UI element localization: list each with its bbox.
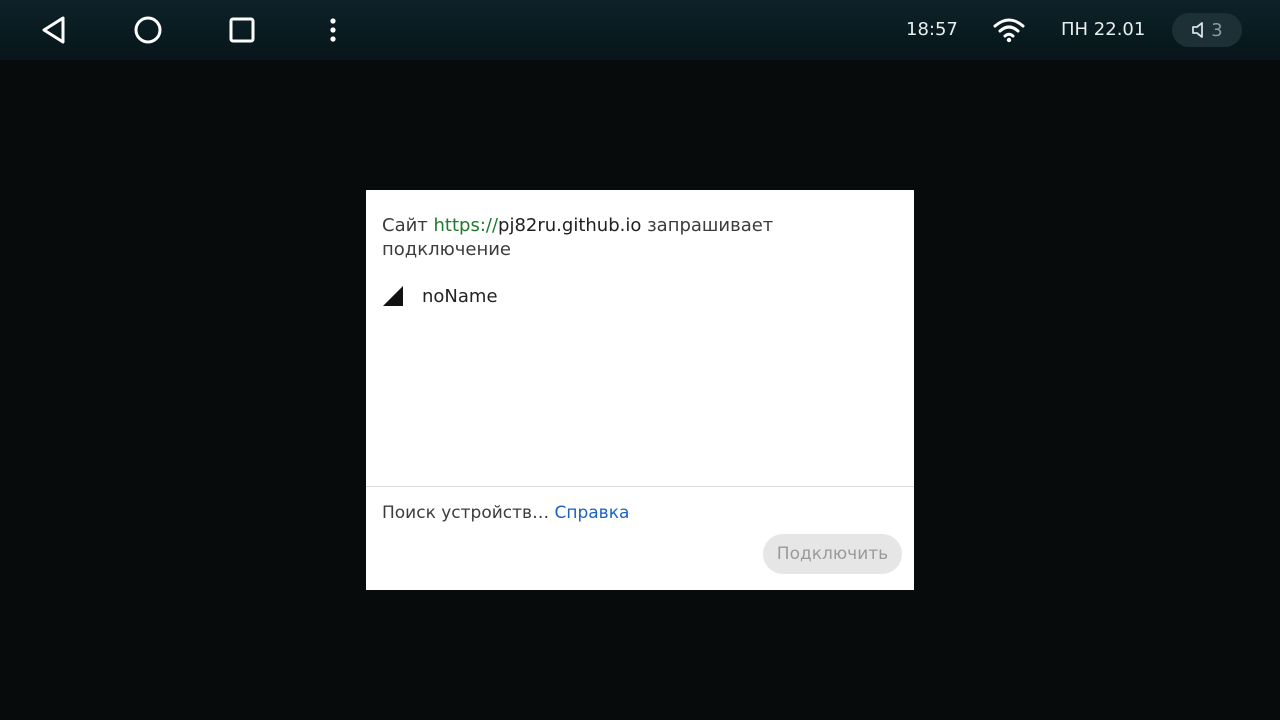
volume-level: 3: [1211, 19, 1223, 41]
clock: 18:57: [906, 19, 958, 40]
connect-button[interactable]: Подключить: [763, 534, 902, 574]
back-icon: [42, 16, 65, 44]
back-button[interactable]: [35, 12, 71, 48]
status-footer: Поиск устройств… Справка: [382, 502, 629, 524]
home-button[interactable]: [130, 12, 166, 48]
url-host: pj82ru.github.io: [498, 215, 642, 236]
recents-icon: [229, 17, 255, 43]
divider: [366, 486, 914, 487]
more-vert-icon: [330, 18, 336, 42]
home-icon: [134, 16, 162, 44]
wifi-icon: [993, 18, 1025, 43]
volume-icon: [1192, 22, 1204, 38]
signal-strength-icon: [383, 286, 403, 306]
device-name: noName: [422, 285, 498, 307]
bluetooth-chooser-dialog: Сайт https://pj82ru.github.io запрашивае…: [366, 190, 914, 590]
status-bar: 18:57 ПН 22.01 3: [0, 0, 1280, 60]
device-list-item[interactable]: noName: [382, 282, 898, 310]
date: ПН 22.01: [1061, 19, 1146, 40]
title-prefix: Сайт: [382, 215, 434, 236]
volume-indicator[interactable]: 3: [1172, 13, 1242, 47]
help-link[interactable]: Справка: [554, 503, 629, 523]
url-scheme: https://: [433, 215, 499, 236]
searching-status: Поиск устройств…: [382, 503, 555, 523]
recents-button[interactable]: [224, 12, 260, 48]
overflow-menu-button[interactable]: [315, 12, 351, 48]
dialog-title: Сайт https://pj82ru.github.io запрашивае…: [382, 214, 802, 262]
